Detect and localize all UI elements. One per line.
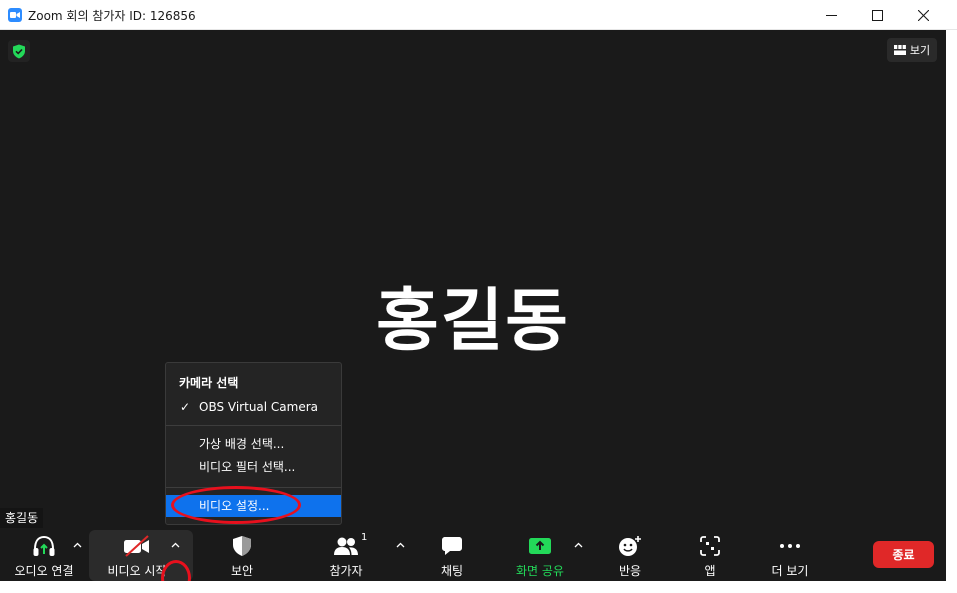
menu-item-obs-virtual-camera[interactable]: ✓ OBS Virtual Camera: [166, 396, 341, 418]
close-button[interactable]: [900, 0, 946, 30]
more-button[interactable]: 더 보기: [762, 530, 818, 581]
meeting-toolbar: 오디오 연결 비디오 시작 보안 1 참가자 채팅 화면 공유 반응 앱 더 보…: [0, 530, 946, 593]
chevron-up-icon: [73, 542, 81, 548]
camera-select-title: 카메라 선택: [179, 376, 239, 390]
menu-divider: [166, 425, 341, 426]
end-meeting-button[interactable]: 종료: [873, 541, 934, 568]
audio-label: 오디오 연결: [14, 564, 74, 578]
participants-button[interactable]: 1 참가자: [318, 530, 374, 581]
camera-option-label: OBS Virtual Camera: [199, 400, 319, 414]
minimize-button[interactable]: [808, 0, 854, 30]
share-label: 화면 공유: [516, 564, 564, 578]
video-options-caret[interactable]: [168, 538, 182, 552]
participants-count: 1: [361, 532, 368, 543]
headphone-icon: [33, 535, 55, 556]
chevron-up-icon: [171, 542, 179, 548]
security-label: 보안: [230, 564, 254, 578]
chat-icon: [442, 537, 462, 555]
more-dots-icon: [780, 544, 800, 548]
window-bottom-edge: [0, 581, 957, 593]
share-screen-button[interactable]: 화면 공유: [508, 530, 572, 581]
security-button[interactable]: 보안: [214, 530, 270, 581]
video-filter-label: 비디오 필터 선택...: [199, 460, 296, 474]
zoom-app-icon: [8, 8, 22, 22]
menu-item-video-filter[interactable]: 비디오 필터 선택...: [166, 456, 341, 478]
chat-label: 채팅: [440, 564, 464, 578]
encryption-badge[interactable]: [8, 40, 30, 62]
maximize-button[interactable]: [854, 0, 900, 30]
apps-label: 앱: [704, 564, 716, 578]
participants-icon: [334, 537, 358, 555]
virtual-background-label: 가상 배경 선택...: [199, 437, 285, 451]
participant-display-name: 홍길동: [376, 282, 570, 361]
participants-label: 참가자: [329, 564, 363, 578]
minimize-icon: [825, 14, 837, 16]
meeting-area: 보기 홍길동 홍길동 카메라 선택 ✓ OBS Virtual Camera 가…: [0, 30, 946, 593]
audio-options-caret[interactable]: [70, 538, 84, 552]
camera-menu: 카메라 선택 ✓ OBS Virtual Camera 가상 배경 선택... …: [165, 362, 342, 525]
menu-divider: [166, 487, 341, 488]
window-edge: [946, 30, 957, 593]
emoji-add-icon: [619, 536, 641, 556]
participants-options-caret[interactable]: [393, 538, 407, 552]
checkmark-icon: ✓: [180, 400, 191, 414]
view-button[interactable]: 보기: [887, 38, 937, 62]
reactions-button[interactable]: 반응: [602, 530, 658, 581]
reactions-label: 반응: [618, 564, 642, 578]
video-settings-label: 비디오 설정...: [199, 499, 270, 513]
participant-name-tag: 홍길동: [0, 508, 44, 528]
share-screen-icon: [529, 538, 551, 554]
menu-item-video-settings[interactable]: 비디오 설정...: [166, 495, 341, 517]
share-options-caret[interactable]: [571, 538, 585, 552]
maximize-icon: [871, 9, 883, 21]
menu-item-virtual-background[interactable]: 가상 배경 선택...: [166, 433, 341, 455]
chat-button[interactable]: 채팅: [424, 530, 480, 581]
apps-button[interactable]: 앱: [682, 530, 738, 581]
grid-view-icon: [893, 45, 906, 55]
video-label: 비디오 시작: [107, 564, 167, 578]
window-title: Zoom 회의 참가자 ID: 126856: [28, 9, 196, 23]
apps-icon: [700, 536, 720, 556]
title-bar: Zoom 회의 참가자 ID: 126856: [0, 0, 957, 30]
view-label: 보기: [909, 44, 931, 57]
video-off-icon: [124, 535, 149, 557]
chevron-up-icon: [396, 542, 404, 548]
close-icon: [917, 9, 929, 21]
shield-icon: [233, 536, 251, 556]
chevron-up-icon: [574, 542, 582, 548]
start-video-button[interactable]: 비디오 시작: [99, 530, 175, 581]
shield-check-icon: [13, 44, 25, 58]
more-label: 더 보기: [771, 564, 809, 578]
